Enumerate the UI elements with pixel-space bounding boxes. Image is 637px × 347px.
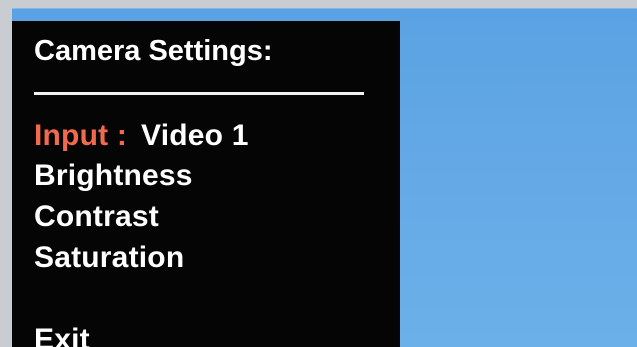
input-value: Video 1	[141, 119, 249, 152]
contrast-menu-item[interactable]: Contrast	[34, 200, 159, 234]
saturation-menu-item[interactable]: Saturation	[34, 241, 184, 275]
brightness-menu-item[interactable]: Brightness	[34, 159, 193, 193]
display-screen: Camera Settings: Input : Video 1 Brightne…	[12, 8, 637, 347]
input-menu-item[interactable]: Input : Video 1	[34, 119, 249, 153]
camera-settings-menu: Camera Settings: Input : Video 1 Brightne…	[12, 21, 400, 347]
exit-menu-item[interactable]: Exit	[34, 323, 90, 347]
title-divider	[34, 92, 364, 95]
menu-title: Camera Settings:	[34, 35, 273, 67]
input-label: Input :	[34, 119, 128, 152]
